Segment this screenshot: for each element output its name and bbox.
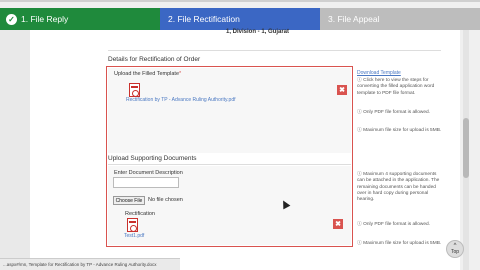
help-note-pdf-only: ⓘ Only PDF file format is allowed.	[357, 110, 443, 116]
help-text: Maximum file size for upload is 5MB.	[363, 241, 442, 246]
divider	[108, 50, 441, 51]
check-icon: ✓	[6, 13, 17, 25]
help-text: Maximum file size for upload is 5MB.	[363, 128, 442, 133]
download-template-link[interactable]: Download Template	[357, 70, 401, 76]
step-file-rectification[interactable]: 2. File Rectification	[160, 8, 320, 30]
clipped-address-text: 1, Division - 1, Gujarat	[226, 29, 290, 35]
help-note-max-size: ⓘ Maximum file size for upload is 5MB.	[357, 241, 443, 247]
status-bar: ...aspx#/mn, Template for Rectification …	[0, 258, 180, 270]
help-note-convert: ⓘ Click here to view the steps for conve…	[357, 78, 443, 97]
left-margin	[0, 30, 30, 270]
help-text: Click here to view the steps for convert…	[357, 78, 435, 96]
help-text: Maximum 4 supporting documents can be at…	[357, 172, 440, 203]
back-to-top-button[interactable]: ^ Top	[446, 240, 464, 258]
back-to-top-label: Top	[450, 249, 460, 255]
help-note-pdf-only: ⓘ Only PDF file format is allowed.	[357, 222, 443, 228]
wizard-steps: ✓ 1. File Reply 2. File Rectification 3.…	[0, 8, 480, 30]
step-label: 3. File Appeal	[328, 14, 380, 24]
help-note-max-docs: ⓘ Maximum 4 supporting documents can be …	[357, 172, 443, 203]
highlight-box	[106, 66, 353, 247]
step-label: 2. File Rectification	[168, 14, 240, 24]
step-file-appeal[interactable]: 3. File Appeal	[320, 8, 480, 30]
help-text: Only PDF file format is allowed.	[363, 110, 431, 115]
help-text: Only PDF file format is allowed.	[363, 222, 431, 227]
scrollbar-thumb[interactable]	[463, 118, 469, 178]
step-file-reply[interactable]: ✓ 1. File Reply	[0, 8, 160, 30]
section-title: Details for Rectification of Order	[108, 56, 201, 63]
help-note-max-size: ⓘ Maximum file size for upload is 5MB.	[357, 128, 443, 134]
step-label: 1. File Reply	[21, 14, 69, 24]
window-top-edge	[0, 0, 480, 2]
